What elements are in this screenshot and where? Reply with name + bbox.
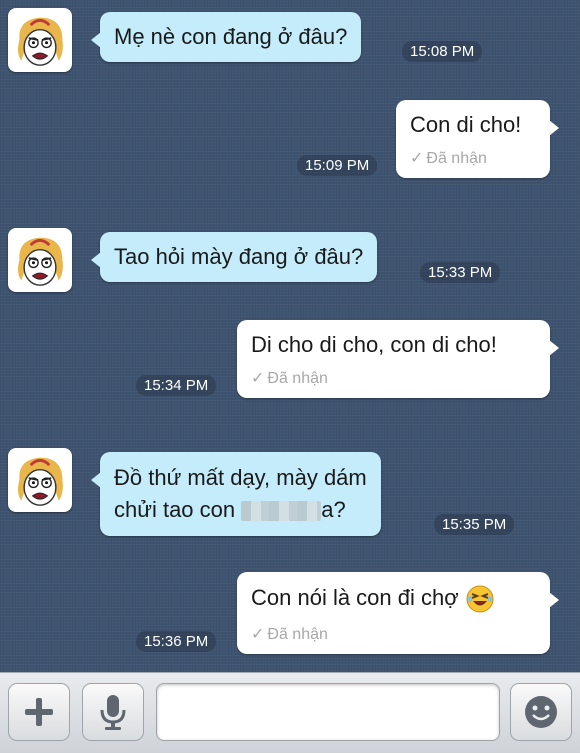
message-timestamp: 15:33 PM: [420, 262, 501, 283]
incoming-message-bubble[interactable]: Tao hỏi mày đang ở đâu?: [90, 232, 378, 282]
message-text-line-2: chửi tao con a?: [114, 497, 346, 522]
chat-area[interactable]: Mẹ nè con đang ở đâu? 15:08 PM 15:09 PM …: [0, 0, 580, 672]
message-toolbar: [0, 672, 580, 753]
smiley-icon: [525, 696, 557, 728]
contact-avatar[interactable]: [8, 8, 72, 72]
incoming-message-bubble[interactable]: Mẹ nè con đang ở đâu?: [90, 12, 362, 62]
checkmark-icon: ✓: [410, 150, 424, 167]
checkmark-icon: ✓: [251, 370, 265, 387]
blurred-word: [241, 501, 322, 522]
voice-message-button[interactable]: [82, 683, 144, 741]
message-timestamp: 15:36 PM: [136, 631, 217, 652]
message-text: Con di cho!: [410, 112, 522, 137]
message-timestamp: 15:35 PM: [434, 514, 515, 535]
delivery-status: ✓ Đã nhận: [251, 370, 328, 387]
message-input[interactable]: [156, 683, 500, 741]
add-attachment-button[interactable]: [8, 683, 70, 741]
meme-face-icon: [16, 236, 65, 287]
contact-avatar[interactable]: [8, 448, 72, 512]
message-text: Tao hỏi mày đang ở đâu?: [114, 244, 364, 269]
message-text: Con nói là con đi chợ: [251, 584, 459, 610]
message-timestamp: 15:08 PM: [402, 41, 483, 62]
incoming-message-bubble[interactable]: Đồ thứ mất dạy, mày dám chửi tao con a?: [91, 452, 381, 536]
meme-face-icon: [16, 16, 65, 67]
message-text: Di cho di cho, con di cho!: [251, 332, 497, 357]
laughing-emoji-icon: [466, 585, 494, 613]
emoji-button[interactable]: [510, 683, 572, 741]
message-text: Mẹ nè con đang ở đâu?: [114, 24, 348, 49]
microphone-icon: [100, 695, 126, 730]
checkmark-icon: ✓: [251, 626, 265, 643]
delivery-status: ✓ Đã nhận: [251, 626, 328, 643]
message-text-line-1: Đồ thứ mất dạy, mày dám: [114, 465, 367, 490]
message-timestamp: 15:34 PM: [136, 375, 217, 396]
meme-face-icon: [16, 456, 65, 507]
outgoing-message-bubble[interactable]: Con nói là con đi chợ ✓ Đã nhận: [237, 572, 559, 654]
outgoing-message-bubble[interactable]: Con di cho! ✓ Đã nhận: [396, 100, 559, 178]
plus-icon: [25, 698, 53, 726]
outgoing-message-bubble[interactable]: Di cho di cho, con di cho! ✓ Đã nhận: [237, 320, 559, 398]
message-timestamp: 15:09 PM: [297, 155, 378, 176]
delivery-status: ✓ Đã nhận: [410, 150, 487, 167]
contact-avatar[interactable]: [8, 228, 72, 292]
